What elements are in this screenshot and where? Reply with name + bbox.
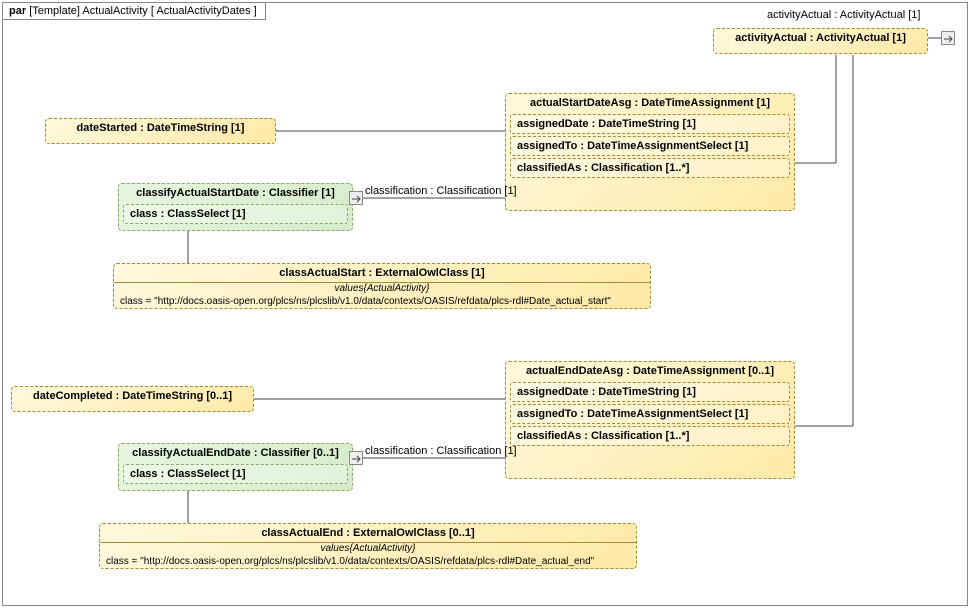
ext-start-subtitle: values{ActualActivity} (114, 283, 650, 294)
classify-end-class[interactable]: class : ClassSelect [1] (123, 464, 348, 484)
date-started-title: dateStarted : DateTimeString [1] (46, 119, 275, 137)
ext-end-box[interactable]: classActualEnd : ExternalOwlClass [0..1]… (99, 523, 637, 569)
ext-end-value: class = "http://docs.oasis-open.org/plcs… (100, 554, 636, 569)
classification-label-1: classification : Classification [1] (365, 185, 517, 197)
frame-stereo: [Template] (29, 5, 80, 17)
ext-end-title: classActualEnd : ExternalOwlClass [0..1] (100, 524, 636, 543)
activity-actual-port-label: activityActual : ActivityActual [1] (767, 9, 920, 21)
start-assigned-date[interactable]: assignedDate : DateTimeString [1] (510, 114, 790, 134)
frame-name: ActualActivity (82, 5, 147, 17)
diagram-frame: par [Template] ActualActivity [ ActualAc… (2, 2, 968, 606)
classify-end-port[interactable] (349, 451, 363, 465)
activity-actual-title: activityActual : ActivityActual [1] (714, 29, 927, 47)
activity-actual-port[interactable] (941, 31, 955, 45)
actual-start-asg-title: actualStartDateAsg : DateTimeAssignment … (506, 94, 794, 112)
ext-start-title: classActualStart : ExternalOwlClass [1] (114, 264, 650, 283)
classify-start-class[interactable]: class : ClassSelect [1] (123, 204, 348, 224)
frame-tab: par [Template] ActualActivity [ ActualAc… (2, 2, 266, 20)
frame-kind: par (9, 5, 26, 17)
classify-start-port[interactable] (349, 191, 363, 205)
classify-end-box[interactable]: classifyActualEndDate : Classifier [0..1… (118, 443, 353, 491)
classify-end-title: classifyActualEndDate : Classifier [0..1… (119, 444, 352, 462)
ext-end-subtitle: values{ActualActivity} (100, 543, 636, 554)
end-assigned-to[interactable]: assignedTo : DateTimeAssignmentSelect [1… (510, 404, 790, 424)
date-started-box[interactable]: dateStarted : DateTimeString [1] (45, 118, 276, 144)
classify-start-title: classifyActualStartDate : Classifier [1] (119, 184, 352, 202)
frame-detail: [ ActualActivityDates ] (151, 5, 257, 17)
end-assigned-date[interactable]: assignedDate : DateTimeString [1] (510, 382, 790, 402)
date-completed-box[interactable]: dateCompleted : DateTimeString [0..1] (11, 386, 254, 412)
start-assigned-to[interactable]: assignedTo : DateTimeAssignmentSelect [1… (510, 136, 790, 156)
ext-start-value: class = "http://docs.oasis-open.org/plcs… (114, 294, 650, 309)
start-classified-as[interactable]: classifiedAs : Classification [1..*] (510, 158, 790, 178)
actual-start-asg-box[interactable]: actualStartDateAsg : DateTimeAssignment … (505, 93, 795, 211)
end-classified-as[interactable]: classifiedAs : Classification [1..*] (510, 426, 790, 446)
classify-start-box[interactable]: classifyActualStartDate : Classifier [1]… (118, 183, 353, 231)
ext-start-box[interactable]: classActualStart : ExternalOwlClass [1] … (113, 263, 651, 309)
classification-label-2: classification : Classification [1] (365, 445, 517, 457)
actual-end-asg-box[interactable]: actualEndDateAsg : DateTimeAssignment [0… (505, 361, 795, 479)
date-completed-title: dateCompleted : DateTimeString [0..1] (12, 387, 253, 405)
actual-end-asg-title: actualEndDateAsg : DateTimeAssignment [0… (506, 362, 794, 380)
activity-actual-box[interactable]: activityActual : ActivityActual [1] (713, 28, 928, 54)
